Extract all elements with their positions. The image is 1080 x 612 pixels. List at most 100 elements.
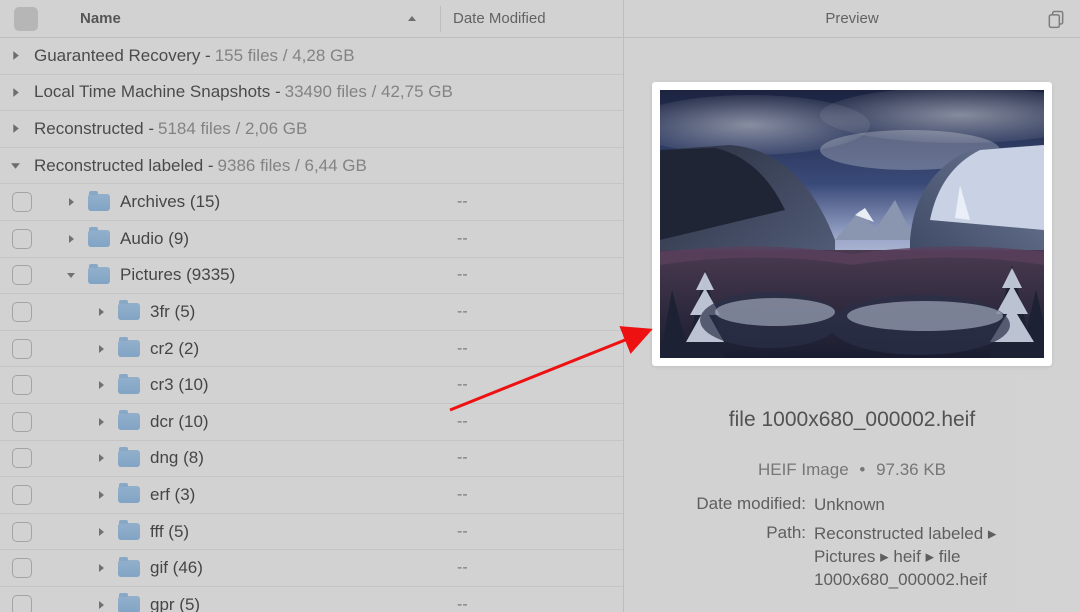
folder-name: dcr (10) bbox=[150, 412, 209, 432]
folder-name: Archives (15) bbox=[120, 192, 220, 212]
group-row[interactable]: Reconstructed labeled - 9386 files / 6,4… bbox=[0, 148, 623, 185]
group-name: Reconstructed labeled - bbox=[34, 156, 214, 176]
disclosure-icon[interactable] bbox=[10, 50, 28, 61]
folder-row[interactable]: Audio (9)-- bbox=[0, 221, 623, 258]
group-row[interactable]: Local Time Machine Snapshots - 33490 fil… bbox=[0, 75, 623, 112]
group-row[interactable]: Reconstructed - 5184 files / 2,06 GB bbox=[0, 111, 623, 148]
preview-pane: Preview bbox=[624, 0, 1080, 612]
disclosure-icon[interactable] bbox=[10, 160, 28, 171]
folder-name: Pictures (9335) bbox=[120, 265, 235, 285]
folder-icon bbox=[118, 486, 140, 503]
row-checkbox[interactable] bbox=[12, 192, 32, 212]
folder-row[interactable]: erf (3) -- bbox=[0, 477, 623, 514]
folder-row[interactable]: Pictures (9335) -- bbox=[0, 258, 623, 295]
row-checkbox[interactable] bbox=[12, 229, 32, 249]
row-checkbox[interactable] bbox=[12, 412, 32, 432]
row-checkbox[interactable] bbox=[12, 522, 32, 542]
sort-indicator-icon[interactable] bbox=[406, 13, 418, 25]
preview-body: file 1000x680_000002.heif HEIF Image • 9… bbox=[624, 38, 1080, 612]
disclosure-icon[interactable] bbox=[96, 600, 110, 610]
folder-row[interactable]: dcr (10) -- bbox=[0, 404, 623, 441]
group-row[interactable]: Guaranteed Recovery - 155 files / 4,28 G… bbox=[0, 38, 623, 75]
column-name-header[interactable]: Name bbox=[80, 10, 406, 27]
row-date: -- bbox=[453, 303, 623, 321]
folder-row[interactable]: cr2 (2)-- bbox=[0, 331, 623, 368]
select-all-checkbox[interactable] bbox=[14, 7, 38, 31]
preview-kind: HEIF Image bbox=[758, 460, 849, 479]
app-root: Name Date Modified Guaranteed Recovery -… bbox=[0, 0, 1080, 612]
row-date: -- bbox=[453, 340, 623, 358]
disclosure-icon[interactable] bbox=[96, 344, 110, 354]
folder-icon bbox=[118, 596, 140, 612]
preview-thumbnail bbox=[660, 90, 1044, 358]
group-meta: 5184 files / 2,06 GB bbox=[158, 119, 307, 139]
disclosure-icon[interactable] bbox=[66, 197, 80, 207]
row-checkbox[interactable] bbox=[12, 302, 32, 322]
group-name: Reconstructed - bbox=[34, 119, 154, 139]
group-meta: 155 files / 4,28 GB bbox=[215, 46, 355, 66]
disclosure-icon[interactable] bbox=[96, 417, 110, 427]
folder-icon bbox=[88, 230, 110, 247]
row-date: -- bbox=[453, 559, 623, 577]
disclosure-icon[interactable] bbox=[10, 123, 28, 134]
row-checkbox[interactable] bbox=[12, 485, 32, 505]
group-name: Local Time Machine Snapshots - bbox=[34, 82, 281, 102]
preview-path-value: Reconstructed labeled ▸ Pictures ▸ heif … bbox=[814, 523, 1052, 592]
disclosure-icon[interactable] bbox=[66, 270, 80, 280]
preview-date-value: Unknown bbox=[814, 494, 1052, 517]
folder-row[interactable]: dng (8) -- bbox=[0, 441, 623, 478]
preview-thumbnail-frame[interactable] bbox=[652, 82, 1052, 366]
row-date: -- bbox=[453, 230, 623, 248]
row-date: -- bbox=[453, 486, 623, 504]
folder-row[interactable]: 3fr (5) -- bbox=[0, 294, 623, 331]
row-checkbox[interactable] bbox=[12, 265, 32, 285]
folder-row[interactable]: fff (5)-- bbox=[0, 514, 623, 551]
folder-row[interactable]: Archives (15) -- bbox=[0, 184, 623, 221]
disclosure-icon[interactable] bbox=[96, 490, 110, 500]
row-date: -- bbox=[453, 413, 623, 431]
preview-filename: file 1000x680_000002.heif bbox=[729, 408, 975, 432]
row-checkbox[interactable] bbox=[12, 595, 32, 612]
folder-row[interactable]: gpr (5)-- bbox=[0, 587, 623, 612]
folder-icon bbox=[88, 194, 110, 211]
row-checkbox[interactable] bbox=[12, 339, 32, 359]
disclosure-icon[interactable] bbox=[96, 453, 110, 463]
row-date: -- bbox=[453, 376, 623, 394]
row-checkbox[interactable] bbox=[12, 375, 32, 395]
column-date-header[interactable]: Date Modified bbox=[453, 10, 623, 27]
preview-date-label: Date modified: bbox=[652, 494, 806, 514]
folder-icon bbox=[118, 340, 140, 357]
row-checkbox[interactable] bbox=[12, 558, 32, 578]
folder-icon bbox=[118, 523, 140, 540]
folder-name: 3fr (5) bbox=[150, 302, 195, 322]
row-date: -- bbox=[453, 193, 623, 211]
column-divider[interactable] bbox=[440, 6, 441, 32]
row-date: -- bbox=[453, 266, 623, 284]
row-date: -- bbox=[453, 449, 623, 467]
preview-header: Preview bbox=[624, 0, 1080, 38]
folder-icon bbox=[88, 267, 110, 284]
row-checkbox[interactable] bbox=[12, 448, 32, 468]
file-list-pane: Name Date Modified Guaranteed Recovery -… bbox=[0, 0, 624, 612]
folder-name: cr3 (10) bbox=[150, 375, 209, 395]
disclosure-icon[interactable] bbox=[96, 307, 110, 317]
preview-path-row: Path: Reconstructed labeled ▸ Pictures ▸… bbox=[652, 523, 1052, 592]
disclosure-icon[interactable] bbox=[10, 87, 28, 98]
preview-kind-size: HEIF Image • 97.36 KB bbox=[758, 460, 946, 480]
file-list[interactable]: Guaranteed Recovery - 155 files / 4,28 G… bbox=[0, 38, 623, 612]
folder-icon bbox=[118, 413, 140, 430]
folder-icon bbox=[118, 560, 140, 577]
preview-title: Preview bbox=[825, 10, 878, 27]
folder-name: erf (3) bbox=[150, 485, 195, 505]
disclosure-icon[interactable] bbox=[66, 234, 80, 244]
disclosure-icon[interactable] bbox=[96, 563, 110, 573]
folder-row[interactable]: gif (46)-- bbox=[0, 550, 623, 587]
list-header: Name Date Modified bbox=[0, 0, 623, 38]
folder-row[interactable]: cr3 (10) -- bbox=[0, 367, 623, 404]
disclosure-icon[interactable] bbox=[96, 380, 110, 390]
folder-name: dng (8) bbox=[150, 448, 204, 468]
preview-path-label: Path: bbox=[652, 523, 806, 543]
preview-date-row: Date modified: Unknown bbox=[652, 494, 1052, 517]
copy-icon[interactable] bbox=[1046, 9, 1066, 29]
disclosure-icon[interactable] bbox=[96, 527, 110, 537]
